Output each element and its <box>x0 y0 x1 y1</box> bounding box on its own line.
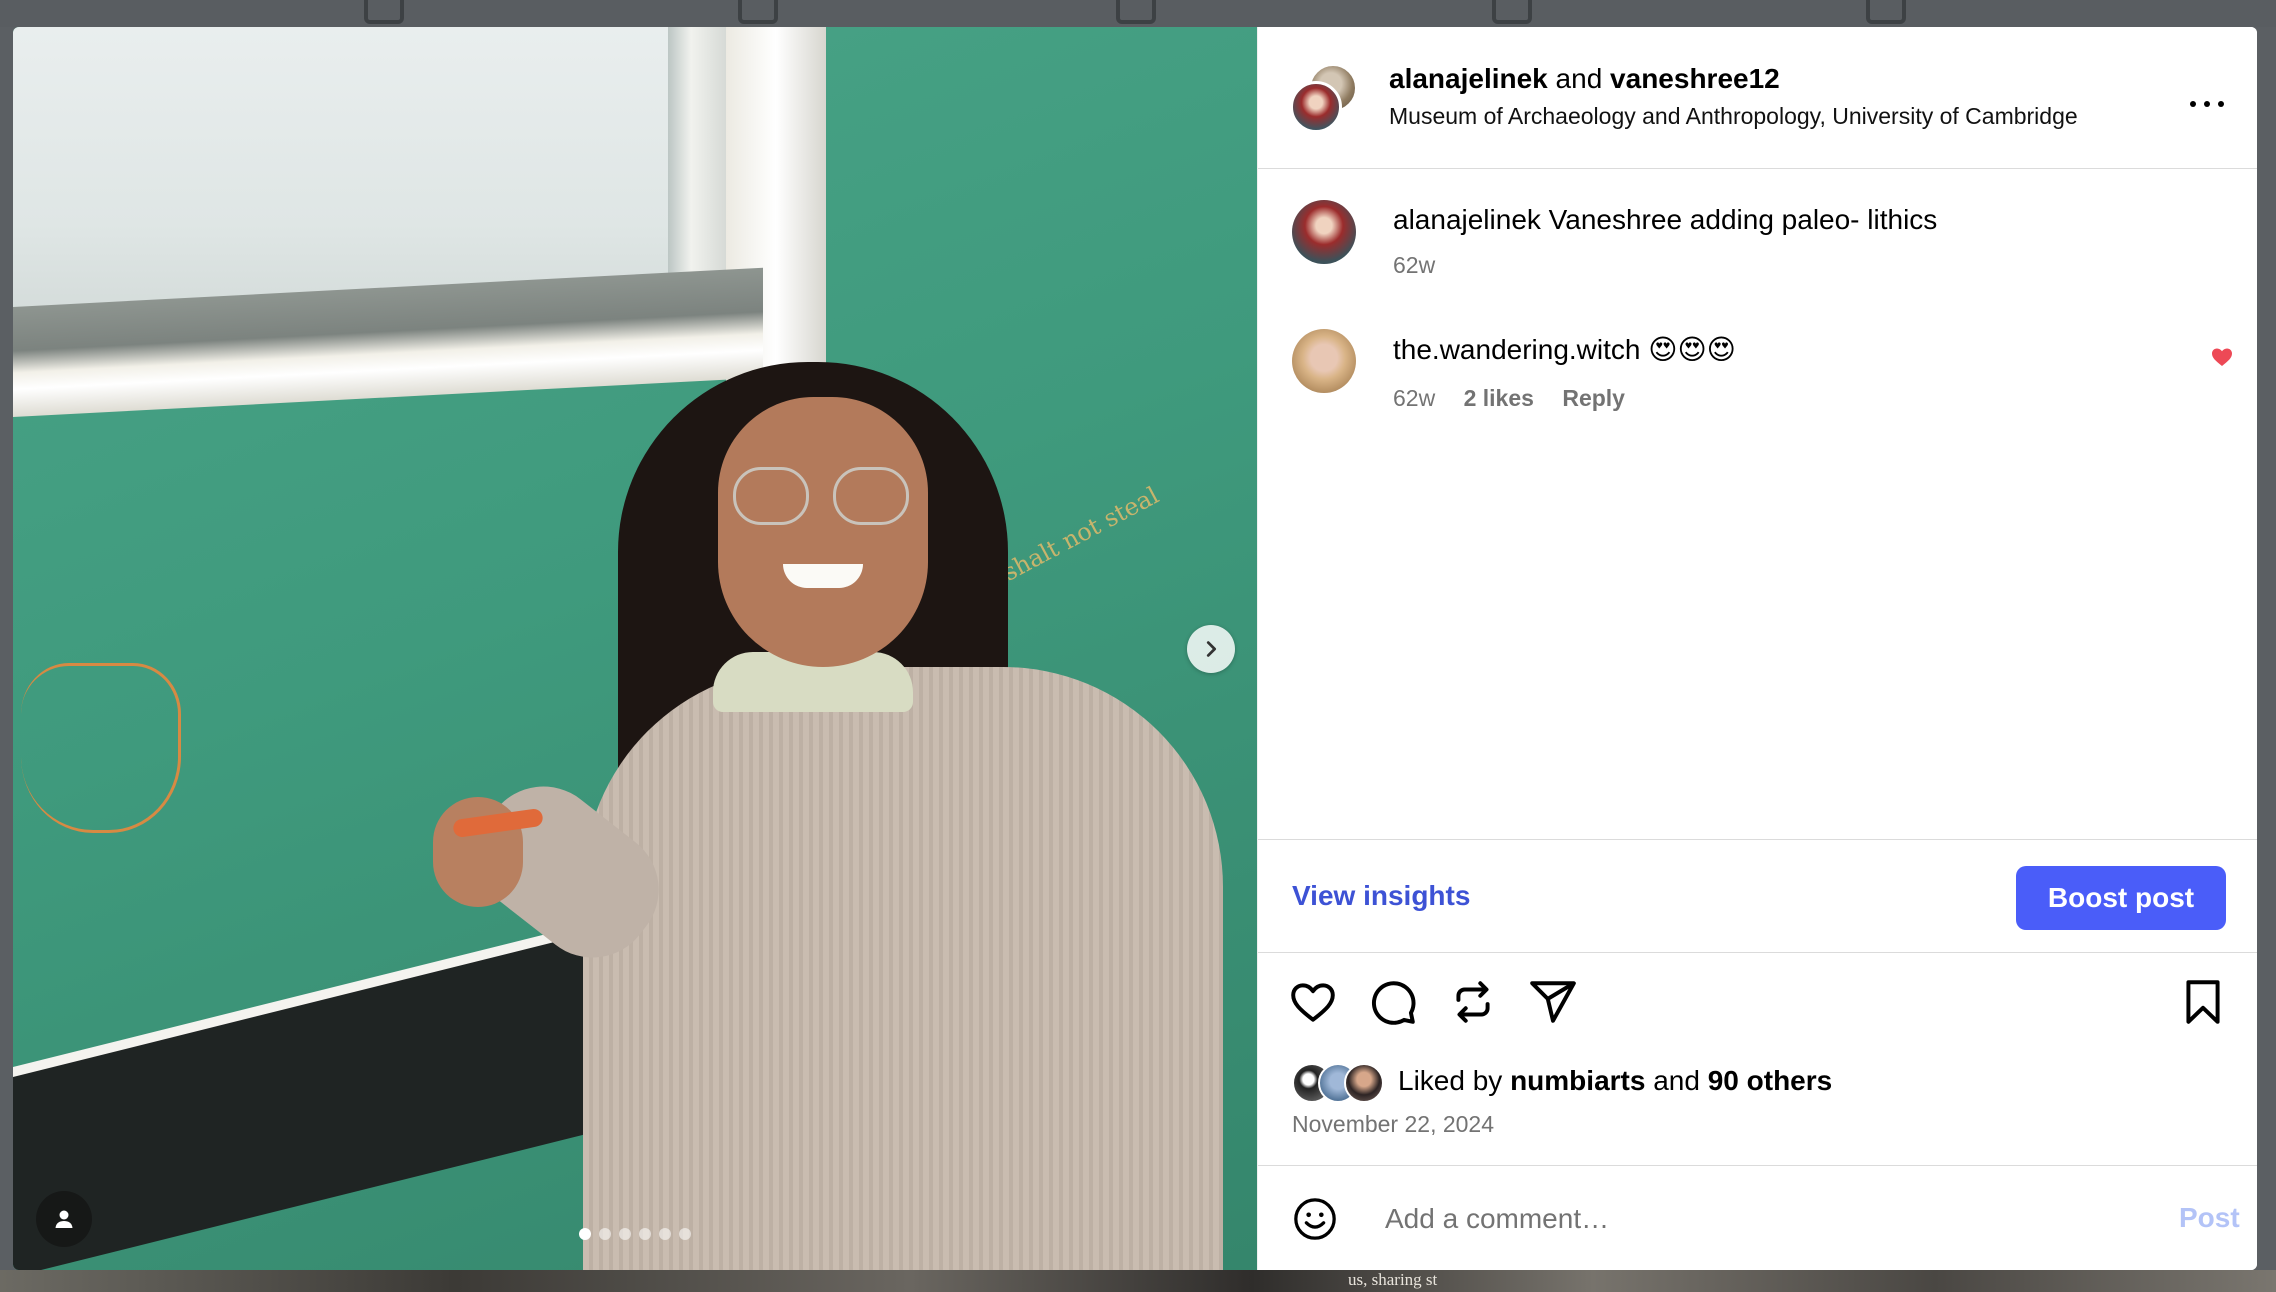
author-avatars[interactable] <box>1290 63 1358 133</box>
post-date[interactable]: November 22, 2024 <box>1292 1111 1494 1138</box>
liked-by-others[interactable]: 90 others <box>1708 1065 1833 1096</box>
reels-tab-icon <box>738 0 778 24</box>
caption-body: Vaneshree adding paleo- lithics <box>1548 204 1938 235</box>
user-tags-button[interactable] <box>36 1191 92 1247</box>
comment-composer: Post <box>1258 1165 2257 1270</box>
heart-icon[interactable] <box>2210 345 2234 369</box>
comment-reply-button[interactable]: Reply <box>1562 385 1625 411</box>
avatar[interactable] <box>1292 200 1356 264</box>
comment-likes[interactable]: 2 likes <box>1464 385 1534 411</box>
comment-username[interactable]: the.wandering.witch <box>1393 334 1640 365</box>
caption-username[interactable]: alanajelinek <box>1393 204 1541 235</box>
collaborator-username[interactable]: vaneshree12 <box>1610 63 1780 94</box>
liked-by-user[interactable]: numbiarts <box>1510 1065 1645 1096</box>
photo-person-glasses <box>733 467 913 525</box>
background-post-text: us, sharing st <box>1348 1270 1438 1289</box>
bookmark-icon[interactable] <box>2178 977 2228 1027</box>
view-insights-link[interactable]: View insights <box>1292 880 1470 912</box>
caption-text: alanajelinek Vaneshree adding paleo- lit… <box>1393 204 1937 236</box>
send-icon[interactable] <box>1528 977 1578 1027</box>
comment-time[interactable]: 62w <box>1393 385 1435 411</box>
post-modal: shalt not steal alanajelinek and vaneshr… <box>13 27 2257 1270</box>
carousel-indicator <box>579 1228 691 1242</box>
liked-by: Liked by numbiarts and 90 others <box>1292 1063 2192 1103</box>
repost-icon[interactable] <box>1448 977 1498 1027</box>
author-username[interactable]: alanajelinek <box>1389 63 1548 94</box>
liked-by-and: and <box>1653 1065 1700 1096</box>
post-photo[interactable]: shalt not steal <box>13 27 1257 1270</box>
photo-person-sweater <box>583 667 1223 1270</box>
authors-conjunction: and <box>1555 63 1603 94</box>
more-horizontal-icon <box>2190 101 2196 107</box>
liked-by-text: Liked by numbiarts and 90 others <box>1398 1065 1832 1097</box>
comment-body: 😍😍😍 <box>1648 334 1736 365</box>
more-dot <box>2218 101 2224 107</box>
comment-icon[interactable] <box>1368 977 1418 1027</box>
comment-text: the.wandering.witch 😍😍😍 <box>1393 333 1736 366</box>
avatar[interactable] <box>1344 1063 1384 1103</box>
repost-tab-icon <box>1492 0 1532 24</box>
post-side-panel: alanajelinek and vaneshree12 Museum of A… <box>1257 27 2257 1270</box>
carousel-dot <box>579 1228 591 1240</box>
next-photo-button[interactable] <box>1187 625 1235 673</box>
grid-tab-icon <box>364 0 404 24</box>
heart-icon[interactable] <box>1288 977 1338 1027</box>
comment-input[interactable] <box>1385 1199 2145 1239</box>
user-tag-icon <box>55 1210 73 1228</box>
liked-by-prefix: Liked by <box>1398 1065 1503 1096</box>
post-location[interactable]: Museum of Archaeology and Anthropology, … <box>1389 103 2078 130</box>
background-tab-bar <box>0 0 2276 27</box>
carousel-dot <box>639 1228 651 1240</box>
carousel-dot <box>619 1228 631 1240</box>
caption-meta: 62w <box>1393 252 1457 279</box>
saved-tab-icon <box>1116 0 1156 24</box>
boost-post-button[interactable]: Boost post <box>2016 866 2226 930</box>
caption-time[interactable]: 62w <box>1393 252 1435 278</box>
carousel-dot <box>679 1228 691 1240</box>
photo-person-smile <box>783 564 863 588</box>
background-post-grid <box>0 1270 2276 1292</box>
more-options-button[interactable] <box>2182 87 2232 121</box>
carousel-dot <box>659 1228 671 1240</box>
post-comment-button[interactable]: Post <box>2179 1202 2240 1234</box>
photo-person-face <box>718 397 928 667</box>
chevron-right-icon <box>1206 641 1217 657</box>
avatar <box>1290 81 1342 133</box>
post-actions <box>1258 977 2257 1037</box>
carousel-dot <box>599 1228 611 1240</box>
photo-cat-doodle <box>21 663 181 833</box>
comment-meta: 62w 2 likes Reply <box>1393 385 1647 412</box>
insights-bar: View insights Boost post <box>1258 839 2257 953</box>
more-dot <box>2204 101 2210 107</box>
avatar[interactable] <box>1292 329 1356 393</box>
post-header: alanajelinek and vaneshree12 Museum of A… <box>1258 27 2257 169</box>
post-authors: alanajelinek and vaneshree12 <box>1389 63 1780 95</box>
tagged-tab-icon <box>1866 0 1906 24</box>
emoji-icon[interactable] <box>1292 1196 1338 1242</box>
